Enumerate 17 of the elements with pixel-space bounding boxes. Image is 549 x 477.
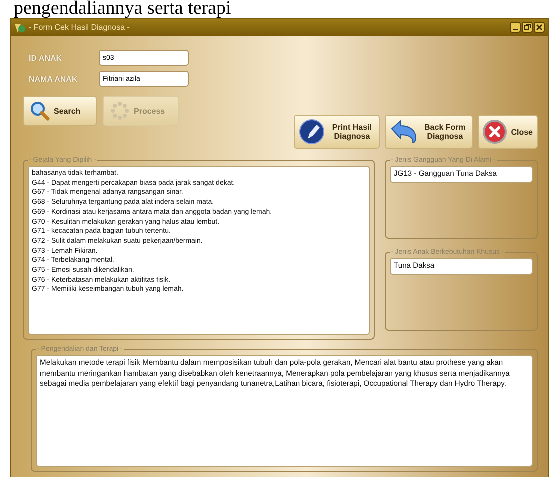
search-icon bbox=[30, 101, 50, 121]
pen-icon bbox=[299, 119, 326, 145]
field-label: ID ANAK bbox=[29, 54, 64, 62]
document-text: pengendaliannya serta terapi bbox=[13, 0, 232, 18]
close-window-icon[interactable] bbox=[534, 22, 545, 33]
print-button[interactable]: Print Hasil Diagnosa bbox=[294, 115, 380, 149]
search-button[interactable]: Search bbox=[23, 96, 97, 126]
app-icon bbox=[14, 22, 26, 34]
loading-dots-icon bbox=[110, 101, 130, 121]
back-arrow-icon bbox=[390, 120, 418, 144]
restore-window-icon[interactable] bbox=[522, 22, 533, 33]
close-icon bbox=[483, 120, 508, 144]
back-button[interactable]: Back Form Diagnosa bbox=[385, 115, 474, 149]
window-title: - Form Cek Hasil Diagnosa - bbox=[29, 23, 131, 32]
minimize-window-icon[interactable] bbox=[510, 22, 521, 33]
close-button[interactable]: Close bbox=[478, 115, 538, 149]
field-label: NAMA ANAK bbox=[29, 74, 79, 84]
